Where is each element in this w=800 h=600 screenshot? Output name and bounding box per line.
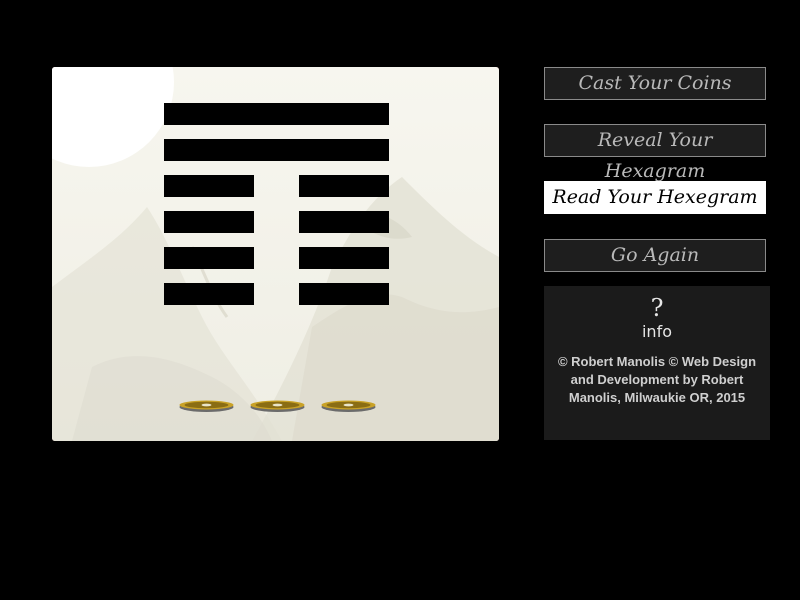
go-again-button[interactable]: Go Again (544, 239, 766, 272)
broken-line-left (164, 211, 254, 233)
broken-line-right (299, 283, 389, 305)
reveal-hexagram-button[interactable]: Reveal Your Hexagram (544, 124, 766, 182)
hexagram-line-1 (164, 283, 389, 305)
broken-line-left (164, 283, 254, 305)
coin-icon[interactable] (321, 400, 376, 412)
broken-line-left (164, 175, 254, 197)
info-box: ? info © Robert Manolis © Web Design and… (544, 286, 770, 440)
broken-line-right (299, 211, 389, 233)
broken-line-right (299, 175, 389, 197)
hexagram-line-3 (164, 211, 389, 233)
question-mark-icon[interactable]: ? (544, 294, 770, 322)
hexagram-line-2 (164, 247, 389, 269)
info-label[interactable]: info (544, 322, 770, 341)
hexagram-line-6 (164, 103, 389, 125)
coin-row (179, 400, 379, 414)
hexagram-line-4 (164, 175, 389, 197)
hexagram (164, 103, 389, 319)
coin-icon[interactable] (179, 400, 234, 412)
credits-text: © Robert Manolis © Web Design and Develo… (557, 354, 757, 405)
coin-icon[interactable] (250, 400, 305, 412)
read-hexagram-button[interactable]: Read Your Hexegram (544, 181, 766, 214)
broken-line-right (299, 247, 389, 269)
hexagram-panel (52, 67, 499, 441)
cast-coins-button[interactable]: Cast Your Coins (544, 67, 766, 100)
solid-line (164, 103, 389, 125)
app-stage: Cast Your Coins Reveal Your Hexagram Rea… (0, 0, 800, 600)
solid-line (164, 139, 389, 161)
broken-line-left (164, 247, 254, 269)
hexagram-line-5 (164, 139, 389, 161)
